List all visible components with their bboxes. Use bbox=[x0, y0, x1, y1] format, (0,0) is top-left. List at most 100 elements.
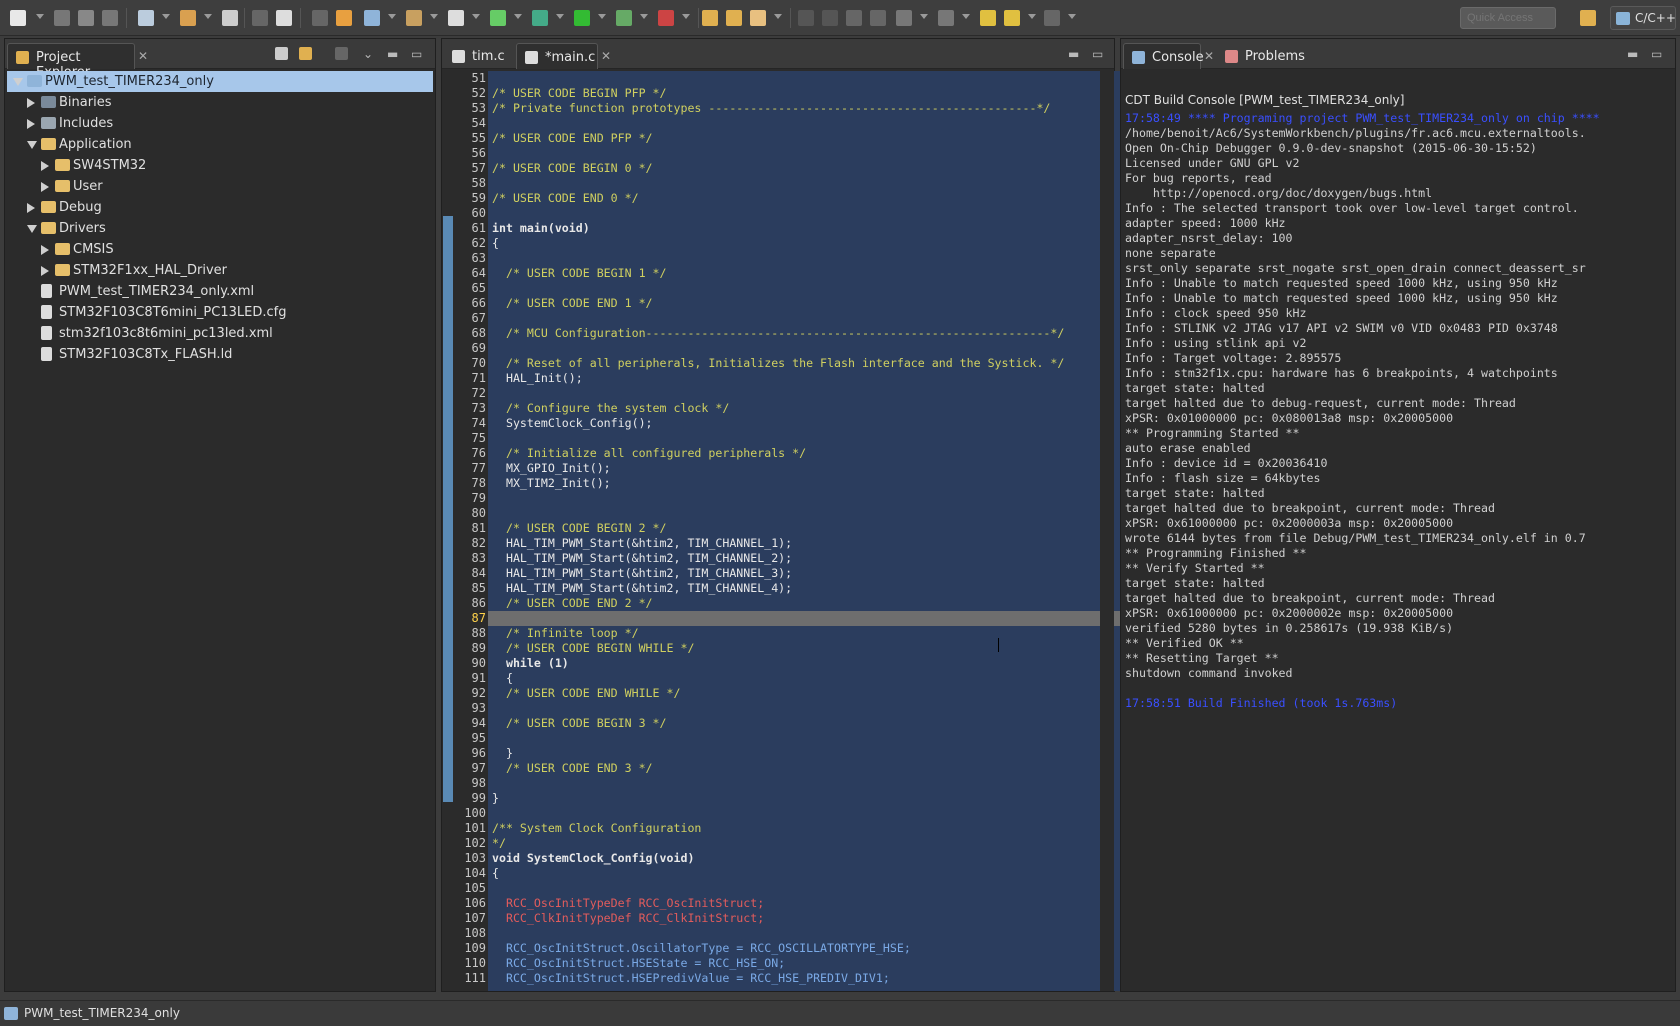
tree-item[interactable]: User bbox=[7, 176, 433, 197]
code-line[interactable]: int main(void) bbox=[488, 221, 1144, 236]
forward-dropdown-icon[interactable] bbox=[1068, 14, 1076, 19]
code-line[interactable]: /* USER CODE BEGIN PFP */ bbox=[488, 86, 1144, 101]
code-line[interactable] bbox=[488, 611, 1144, 626]
code-line[interactable]: /* USER CODE END 2 */ bbox=[488, 596, 1144, 611]
new-file-icon[interactable] bbox=[448, 10, 464, 26]
code-line[interactable]: /* USER CODE BEGIN WHILE */ bbox=[488, 641, 1144, 656]
back-arrow-icon[interactable] bbox=[1004, 10, 1020, 26]
tree-item[interactable]: Includes bbox=[7, 113, 433, 134]
code-line[interactable]: { bbox=[488, 236, 1144, 251]
collapsed-arrow-icon[interactable] bbox=[27, 98, 35, 108]
code-line[interactable]: /* USER CODE BEGIN 2 */ bbox=[488, 521, 1144, 536]
code-line[interactable]: /* Infinite loop */ bbox=[488, 626, 1144, 641]
code-line[interactable]: HAL_Init(); bbox=[488, 371, 1144, 386]
code-line[interactable]: RCC_OscInitStruct.OscillatorType = RCC_O… bbox=[488, 941, 1144, 956]
search-dropdown-icon[interactable] bbox=[774, 14, 782, 19]
code-line[interactable] bbox=[488, 731, 1144, 746]
expanded-arrow-icon[interactable] bbox=[27, 225, 37, 233]
new-class-dropdown-icon[interactable] bbox=[514, 14, 522, 19]
run-coverage-icon[interactable] bbox=[616, 10, 632, 26]
editor-scrollbar[interactable] bbox=[1100, 71, 1114, 991]
code-line[interactable]: RCC_OscInitStruct.HSEPredivValue = RCC_H… bbox=[488, 971, 1144, 986]
code-line[interactable] bbox=[488, 701, 1144, 716]
new-icon[interactable] bbox=[10, 10, 26, 26]
code-line[interactable]: /* USER CODE BEGIN 0 */ bbox=[488, 161, 1144, 176]
code-line[interactable] bbox=[488, 431, 1144, 446]
focus-icon[interactable] bbox=[335, 47, 348, 60]
save-all-icon[interactable] bbox=[78, 10, 94, 26]
code-area[interactable]: /* USER CODE BEGIN PFP *//* Private func… bbox=[488, 71, 1144, 991]
save-icon[interactable] bbox=[54, 10, 70, 26]
toggle-mark-icon[interactable] bbox=[798, 10, 814, 26]
open-element-icon[interactable] bbox=[726, 10, 742, 26]
code-line[interactable]: HAL_TIM_PWM_Start(&htim2, TIM_CHANNEL_4)… bbox=[488, 581, 1144, 596]
external-tools-icon[interactable] bbox=[658, 10, 674, 26]
next-annotation-dropdown-icon[interactable] bbox=[920, 14, 928, 19]
code-line[interactable] bbox=[488, 146, 1144, 161]
code-line[interactable]: HAL_TIM_PWM_Start(&htim2, TIM_CHANNEL_1)… bbox=[488, 536, 1144, 551]
tree-item[interactable]: PWM_test_TIMER234_only bbox=[7, 71, 433, 92]
code-line[interactable] bbox=[488, 311, 1144, 326]
code-line[interactable]: /* USER CODE END PFP */ bbox=[488, 131, 1144, 146]
tree-item[interactable]: STM32F103C8T6mini_PC13LED.cfg bbox=[7, 302, 433, 323]
tab-tim-c[interactable]: tim.c bbox=[444, 43, 508, 69]
tab-problems[interactable]: Problems bbox=[1217, 43, 1307, 69]
skip-breakpoints-icon[interactable] bbox=[276, 10, 292, 26]
new-file-dropdown-icon[interactable] bbox=[472, 14, 480, 19]
tree-item[interactable]: PWM_test_TIMER234_only.xml bbox=[7, 281, 433, 302]
back-dropdown-icon[interactable] bbox=[1028, 14, 1036, 19]
collapse-all-icon[interactable] bbox=[275, 47, 288, 60]
code-line[interactable] bbox=[488, 491, 1144, 506]
code-line[interactable]: HAL_TIM_PWM_Start(&htim2, TIM_CHANNEL_2)… bbox=[488, 551, 1144, 566]
block-select-icon[interactable] bbox=[846, 10, 862, 26]
code-line[interactable]: RCC_ClkInitTypeDef RCC_ClkInitStruct; bbox=[488, 911, 1144, 926]
build-settings-icon[interactable] bbox=[138, 10, 154, 26]
tree-item[interactable]: SW4STM32 bbox=[7, 155, 433, 176]
code-line[interactable]: SystemClock_Config(); bbox=[488, 416, 1144, 431]
code-line[interactable]: RCC_OscInitStruct.HSEState = RCC_HSE_ON; bbox=[488, 956, 1144, 971]
tree-item[interactable]: Drivers bbox=[7, 218, 433, 239]
minimize-icon[interactable]: ▬ bbox=[1068, 47, 1079, 61]
code-line[interactable]: void SystemClock_Config(void) bbox=[488, 851, 1144, 866]
code-line[interactable]: */ bbox=[488, 836, 1144, 851]
code-line[interactable]: } bbox=[488, 746, 1144, 761]
code-line[interactable]: MX_TIM2_Init(); bbox=[488, 476, 1144, 491]
code-line[interactable]: /* Configure the system clock */ bbox=[488, 401, 1144, 416]
code-line[interactable]: RCC_OscInitTypeDef RCC_OscInitStruct; bbox=[488, 896, 1144, 911]
print-icon[interactable] bbox=[102, 10, 118, 26]
console-output[interactable]: 17:58:49 **** Programing project PWM_tes… bbox=[1123, 111, 1673, 983]
code-line[interactable] bbox=[488, 881, 1144, 896]
code-line[interactable] bbox=[488, 926, 1144, 941]
prev-annotation-dropdown-icon[interactable] bbox=[962, 14, 970, 19]
code-line[interactable]: { bbox=[488, 671, 1144, 686]
next-annotation-icon[interactable] bbox=[896, 10, 912, 26]
tree-item[interactable]: CMSIS bbox=[7, 239, 433, 260]
quick-access-input[interactable] bbox=[1460, 7, 1556, 29]
run-coverage-dropdown-icon[interactable] bbox=[640, 14, 648, 19]
expanded-arrow-icon[interactable] bbox=[13, 78, 23, 86]
view-menu-icon[interactable]: ⌄ bbox=[363, 47, 373, 61]
tree-item[interactable]: STM32F103C8Tx_FLASH.ld bbox=[7, 344, 433, 365]
code-line[interactable]: /* USER CODE END WHILE */ bbox=[488, 686, 1144, 701]
maximize-icon[interactable]: ▭ bbox=[411, 47, 422, 61]
tree-item[interactable]: stm32f103c8t6mini_pc13led.xml bbox=[7, 323, 433, 344]
code-line[interactable] bbox=[488, 506, 1144, 521]
code-line[interactable]: HAL_TIM_PWM_Start(&htim2, TIM_CHANNEL_3)… bbox=[488, 566, 1144, 581]
build-target-icon[interactable] bbox=[222, 10, 238, 26]
code-line[interactable] bbox=[488, 776, 1144, 791]
build-hammer-icon[interactable] bbox=[180, 10, 196, 26]
close-icon[interactable]: ✕ bbox=[1204, 49, 1214, 63]
tree-item[interactable]: STM32F1xx_HAL_Driver bbox=[7, 260, 433, 281]
tab-console[interactable]: Console ✕ bbox=[1123, 43, 1214, 69]
minimize-icon[interactable]: ▬ bbox=[1627, 47, 1638, 61]
run-dropdown-icon[interactable] bbox=[598, 14, 606, 19]
debug-dropdown-icon[interactable] bbox=[556, 14, 564, 19]
prev-annotation-icon[interactable] bbox=[938, 10, 954, 26]
collapsed-arrow-icon[interactable] bbox=[41, 245, 49, 255]
code-line[interactable]: /* USER CODE BEGIN 3 */ bbox=[488, 716, 1144, 731]
code-line[interactable] bbox=[488, 806, 1144, 821]
code-line[interactable] bbox=[488, 71, 1144, 86]
code-line[interactable] bbox=[488, 251, 1144, 266]
tree-item[interactable]: Application bbox=[7, 134, 433, 155]
code-editor[interactable]: 51 52 53 54 55 56 57 58 59 60 61 62 63 64 65 66 67 68 69 70… bbox=[442, 71, 1144, 991]
